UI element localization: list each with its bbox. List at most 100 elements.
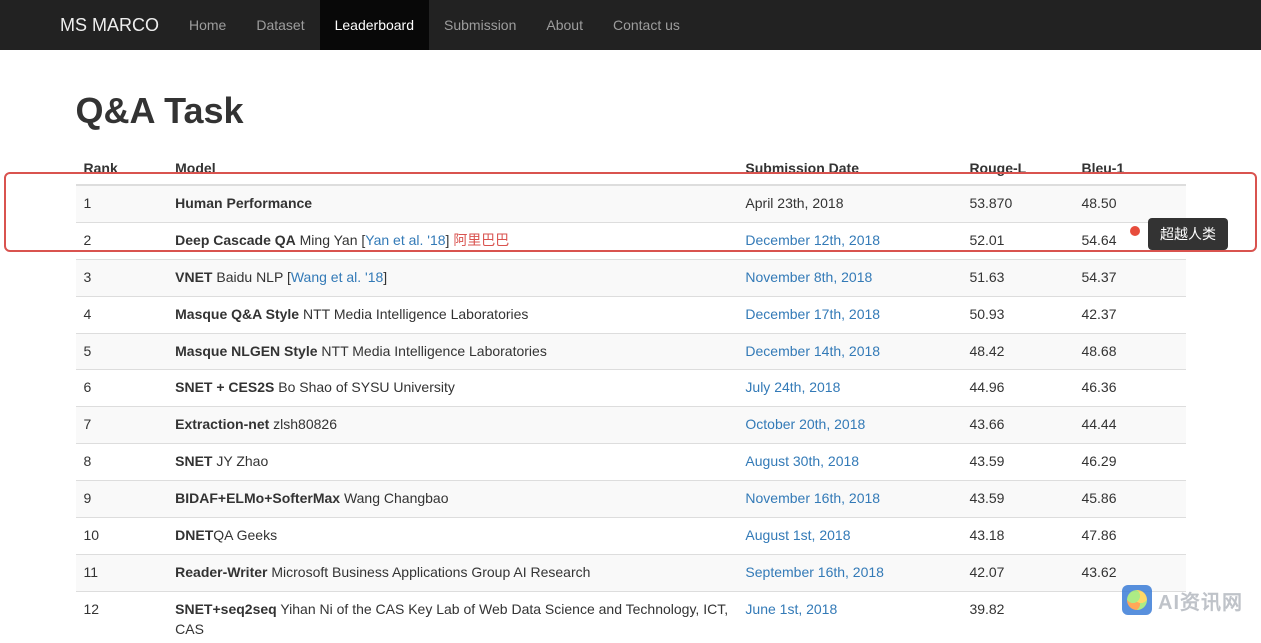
table-row: 3VNET Baidu NLP [Wang et al. '18] Novembe…: [76, 259, 1186, 296]
highlight-box: [4, 172, 1257, 252]
model-rest: Bo Shao of SYSU University: [274, 379, 455, 395]
cell-rouge: 42.07: [961, 554, 1073, 591]
cell-date: July 24th, 2018: [737, 370, 961, 407]
date-link[interactable]: December 17th, 2018: [745, 306, 880, 322]
cell-date: August 30th, 2018: [737, 444, 961, 481]
cell-rank: 6: [76, 370, 168, 407]
nav-item-dataset[interactable]: Dataset: [241, 0, 319, 50]
cell-bleu: 44.44: [1073, 407, 1185, 444]
cell-date: June 1st, 2018: [737, 591, 961, 643]
date-link[interactable]: August 30th, 2018: [745, 453, 859, 469]
cell-bleu: 45.86: [1073, 481, 1185, 518]
watermark: AI资讯网: [1122, 585, 1243, 615]
nav-item-about[interactable]: About: [531, 0, 598, 50]
cell-model: BIDAF+ELMo+SofterMax Wang Changbao: [167, 481, 737, 518]
cell-bleu: 54.37: [1073, 259, 1185, 296]
cell-rouge: 44.96: [961, 370, 1073, 407]
cell-rank: 5: [76, 333, 168, 370]
cell-rouge: 43.18: [961, 517, 1073, 554]
cell-rouge: 43.66: [961, 407, 1073, 444]
date-link[interactable]: August 1st, 2018: [745, 527, 850, 543]
model-rest: Baidu NLP [: [212, 269, 290, 285]
cell-date: December 14th, 2018: [737, 333, 961, 370]
model-rest: QA Geeks: [213, 527, 277, 543]
cell-rouge: 43.59: [961, 444, 1073, 481]
page-title: Q&A Task: [76, 90, 1186, 132]
cell-rouge: 48.42: [961, 333, 1073, 370]
table-row: 4Masque Q&A Style NTT Media Intelligence…: [76, 296, 1186, 333]
navbar: MS MARCO HomeDatasetLeaderboardSubmissio…: [0, 0, 1261, 50]
date-link[interactable]: June 1st, 2018: [745, 601, 837, 617]
date-link[interactable]: December 14th, 2018: [745, 343, 880, 359]
cell-date: November 8th, 2018: [737, 259, 961, 296]
nav-item-home[interactable]: Home: [174, 0, 241, 50]
table-row: 9BIDAF+ELMo+SofterMax Wang ChangbaoNovem…: [76, 481, 1186, 518]
model-rest: JY Zhao: [212, 453, 268, 469]
cell-rouge: 50.93: [961, 296, 1073, 333]
cell-model: VNET Baidu NLP [Wang et al. '18]: [167, 259, 737, 296]
cell-rank: 4: [76, 296, 168, 333]
cell-bleu: 42.37: [1073, 296, 1185, 333]
citation-link[interactable]: Wang et al. '18: [291, 269, 383, 285]
model-name: SNET+seq2seq: [175, 601, 277, 617]
model-name: Reader-Writer: [175, 564, 267, 580]
model-rest: Wang Changbao: [340, 490, 448, 506]
cell-model: SNET+seq2seq Yihan Ni of the CAS Key Lab…: [167, 591, 737, 643]
model-rest: Microsoft Business Applications Group AI…: [267, 564, 590, 580]
cell-model: Reader-Writer Microsoft Business Applica…: [167, 554, 737, 591]
cell-model: SNET + CES2S Bo Shao of SYSU University: [167, 370, 737, 407]
cell-model: DNETQA Geeks: [167, 517, 737, 554]
model-name: Masque Q&A Style: [175, 306, 299, 322]
model-name: BIDAF+ELMo+SofterMax: [175, 490, 340, 506]
cell-date: December 17th, 2018: [737, 296, 961, 333]
cell-rouge: 51.63: [961, 259, 1073, 296]
table-row: 5Masque NLGEN Style NTT Media Intelligen…: [76, 333, 1186, 370]
date-link[interactable]: July 24th, 2018: [745, 379, 840, 395]
cell-date: November 16th, 2018: [737, 481, 961, 518]
cell-date: September 16th, 2018: [737, 554, 961, 591]
nav-item-submission[interactable]: Submission: [429, 0, 531, 50]
nav-item-leaderboard[interactable]: Leaderboard: [320, 0, 429, 50]
table-row: 6SNET + CES2S Bo Shao of SYSU University…: [76, 370, 1186, 407]
main-container: Q&A Task Rank Model Submission Date Roug…: [46, 50, 1216, 643]
table-row: 7Extraction-net zlsh80826October 20th, 2…: [76, 407, 1186, 444]
model-name: SNET: [175, 453, 212, 469]
cell-date: August 1st, 2018: [737, 517, 961, 554]
cell-rouge: 43.59: [961, 481, 1073, 518]
watermark-logo-icon: [1122, 585, 1152, 615]
date-link[interactable]: September 16th, 2018: [745, 564, 884, 580]
cell-rank: 10: [76, 517, 168, 554]
cell-bleu: 46.36: [1073, 370, 1185, 407]
brand[interactable]: MS MARCO: [60, 0, 174, 50]
model-name: DNET: [175, 527, 213, 543]
date-link[interactable]: October 20th, 2018: [745, 416, 865, 432]
date-link[interactable]: November 8th, 2018: [745, 269, 872, 285]
cell-rank: 7: [76, 407, 168, 444]
tooltip-text: 超越人类: [1160, 226, 1216, 242]
cell-model: SNET JY Zhao: [167, 444, 737, 481]
model-name: SNET + CES2S: [175, 379, 274, 395]
cell-rank: 9: [76, 481, 168, 518]
cell-rank: 8: [76, 444, 168, 481]
cell-model: Masque NLGEN Style NTT Media Intelligenc…: [167, 333, 737, 370]
nav-item-contact-us[interactable]: Contact us: [598, 0, 695, 50]
cell-model: Masque Q&A Style NTT Media Intelligence …: [167, 296, 737, 333]
model-rest: NTT Media Intelligence Laboratories: [299, 306, 528, 322]
cell-rank: 12: [76, 591, 168, 643]
nav-list: HomeDatasetLeaderboardSubmissionAboutCon…: [174, 0, 695, 50]
cell-bleu: 47.86: [1073, 517, 1185, 554]
table-row: 10DNETQA GeeksAugust 1st, 201843.1847.86: [76, 517, 1186, 554]
cell-rank: 11: [76, 554, 168, 591]
tooltip: 超越人类: [1148, 218, 1228, 250]
table-row: 11Reader-Writer Microsoft Business Appli…: [76, 554, 1186, 591]
cell-bleu: 46.29: [1073, 444, 1185, 481]
cell-rank: 3: [76, 259, 168, 296]
table-row: 12SNET+seq2seq Yihan Ni of the CAS Key L…: [76, 591, 1186, 643]
model-name: VNET: [175, 269, 212, 285]
cell-bleu: 48.68: [1073, 333, 1185, 370]
table-row: 8SNET JY ZhaoAugust 30th, 201843.5946.29: [76, 444, 1186, 481]
cell-date: October 20th, 2018: [737, 407, 961, 444]
date-link[interactable]: November 16th, 2018: [745, 490, 880, 506]
model-name: Masque NLGEN Style: [175, 343, 317, 359]
red-dot-icon: [1130, 226, 1140, 236]
